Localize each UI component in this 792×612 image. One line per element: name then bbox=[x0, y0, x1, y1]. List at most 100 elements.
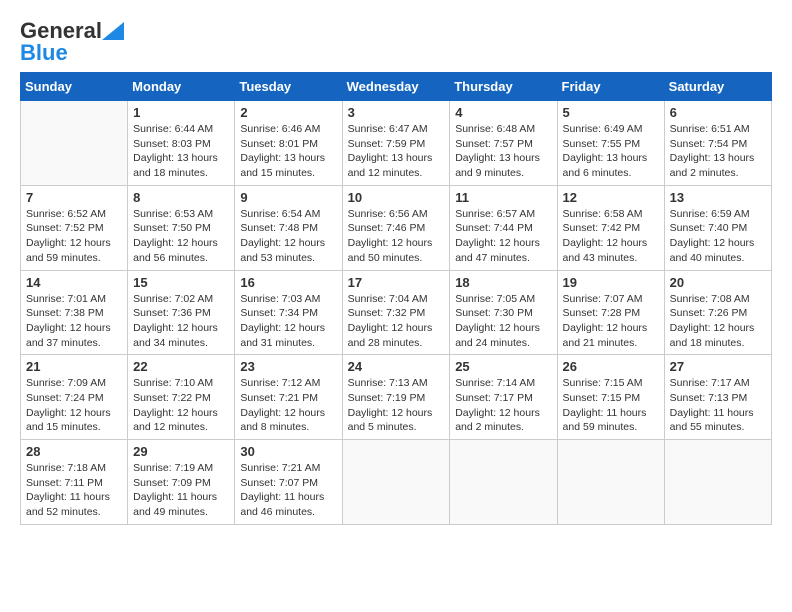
calendar-cell: 17 Sunrise: 7:04 AMSunset: 7:32 PMDayligh… bbox=[342, 270, 450, 355]
day-info: Sunrise: 6:54 AMSunset: 7:48 PMDaylight:… bbox=[240, 207, 336, 266]
header: General Blue bbox=[20, 18, 772, 66]
day-info: Sunrise: 6:47 AMSunset: 7:59 PMDaylight:… bbox=[348, 122, 445, 181]
day-info: Sunrise: 7:21 AMSunset: 7:07 PMDaylight:… bbox=[240, 461, 336, 520]
logo-blue: Blue bbox=[20, 40, 68, 66]
calendar-cell: 21 Sunrise: 7:09 AMSunset: 7:24 PMDayligh… bbox=[21, 355, 128, 440]
day-info: Sunrise: 7:10 AMSunset: 7:22 PMDaylight:… bbox=[133, 376, 229, 435]
calendar-cell: 5Sunrise: 6:49 AMSunset: 7:55 PMDaylight… bbox=[557, 101, 664, 186]
day-number: 30 bbox=[240, 444, 336, 459]
calendar-cell bbox=[21, 101, 128, 186]
day-number: 20 bbox=[670, 275, 766, 290]
day-info: Sunrise: 7:14 AMSunset: 7:17 PMDaylight:… bbox=[455, 376, 551, 435]
day-number: 1 bbox=[133, 105, 229, 120]
day-number: 26 bbox=[563, 359, 659, 374]
calendar-week-2: 14 Sunrise: 7:01 AMSunset: 7:38 PMDayligh… bbox=[21, 270, 772, 355]
calendar-week-3: 21 Sunrise: 7:09 AMSunset: 7:24 PMDayligh… bbox=[21, 355, 772, 440]
calendar-cell: 7 Sunrise: 6:52 AMSunset: 7:52 PMDaylight… bbox=[21, 185, 128, 270]
day-number: 29 bbox=[133, 444, 229, 459]
calendar-cell: 18Sunrise: 7:05 AMSunset: 7:30 PMDayligh… bbox=[450, 270, 557, 355]
calendar-cell bbox=[450, 440, 557, 525]
day-number: 22 bbox=[133, 359, 229, 374]
day-number: 12 bbox=[563, 190, 659, 205]
day-info: Sunrise: 7:01 AMSunset: 7:38 PMDaylight:… bbox=[26, 292, 122, 351]
day-number: 7 bbox=[26, 190, 122, 205]
day-number: 16 bbox=[240, 275, 336, 290]
calendar-cell: 30 Sunrise: 7:21 AMSunset: 7:07 PMDayligh… bbox=[235, 440, 342, 525]
calendar-cell: 20 Sunrise: 7:08 AMSunset: 7:26 PMDayligh… bbox=[664, 270, 771, 355]
calendar-table: SundayMondayTuesdayWednesdayThursdayFrid… bbox=[20, 72, 772, 525]
day-info: Sunrise: 7:03 AMSunset: 7:34 PMDaylight:… bbox=[240, 292, 336, 351]
calendar-cell: 8 Sunrise: 6:53 AMSunset: 7:50 PMDaylight… bbox=[128, 185, 235, 270]
day-info: Sunrise: 7:05 AMSunset: 7:30 PMDaylight:… bbox=[455, 292, 551, 351]
day-info: Sunrise: 7:17 AMSunset: 7:13 PMDaylight:… bbox=[670, 376, 766, 435]
day-info: Sunrise: 6:46 AMSunset: 8:01 PMDaylight:… bbox=[240, 122, 336, 181]
calendar-cell: 10 Sunrise: 6:56 AMSunset: 7:46 PMDayligh… bbox=[342, 185, 450, 270]
day-number: 21 bbox=[26, 359, 122, 374]
day-number: 14 bbox=[26, 275, 122, 290]
day-info: Sunrise: 7:09 AMSunset: 7:24 PMDaylight:… bbox=[26, 376, 122, 435]
calendar-cell: 24 Sunrise: 7:13 AMSunset: 7:19 PMDayligh… bbox=[342, 355, 450, 440]
day-info: Sunrise: 6:58 AMSunset: 7:42 PMDaylight:… bbox=[563, 207, 659, 266]
day-number: 6 bbox=[670, 105, 766, 120]
day-info: Sunrise: 6:56 AMSunset: 7:46 PMDaylight:… bbox=[348, 207, 445, 266]
day-number: 25 bbox=[455, 359, 551, 374]
calendar-cell: 28 Sunrise: 7:18 AMSunset: 7:11 PMDayligh… bbox=[21, 440, 128, 525]
day-number: 27 bbox=[670, 359, 766, 374]
logo-icon bbox=[102, 22, 124, 40]
day-number: 24 bbox=[348, 359, 445, 374]
day-info: Sunrise: 7:15 AMSunset: 7:15 PMDaylight:… bbox=[563, 376, 659, 435]
calendar-cell bbox=[557, 440, 664, 525]
calendar-cell: 16 Sunrise: 7:03 AMSunset: 7:34 PMDayligh… bbox=[235, 270, 342, 355]
calendar-cell: 19 Sunrise: 7:07 AMSunset: 7:28 PMDayligh… bbox=[557, 270, 664, 355]
day-number: 3 bbox=[348, 105, 445, 120]
day-number: 13 bbox=[670, 190, 766, 205]
day-info: Sunrise: 7:02 AMSunset: 7:36 PMDaylight:… bbox=[133, 292, 229, 351]
calendar-cell: 3 Sunrise: 6:47 AMSunset: 7:59 PMDaylight… bbox=[342, 101, 450, 186]
calendar-cell: 25 Sunrise: 7:14 AMSunset: 7:17 PMDayligh… bbox=[450, 355, 557, 440]
calendar-cell: 29 Sunrise: 7:19 AMSunset: 7:09 PMDayligh… bbox=[128, 440, 235, 525]
header-thursday: Thursday bbox=[450, 73, 557, 101]
day-info: Sunrise: 6:52 AMSunset: 7:52 PMDaylight:… bbox=[26, 207, 122, 266]
day-info: Sunrise: 6:49 AMSunset: 7:55 PMDaylight:… bbox=[563, 122, 659, 181]
calendar-cell: 11 Sunrise: 6:57 AMSunset: 7:44 PMDayligh… bbox=[450, 185, 557, 270]
calendar-week-1: 7 Sunrise: 6:52 AMSunset: 7:52 PMDaylight… bbox=[21, 185, 772, 270]
day-number: 23 bbox=[240, 359, 336, 374]
calendar-cell: 15 Sunrise: 7:02 AMSunset: 7:36 PMDayligh… bbox=[128, 270, 235, 355]
calendar-cell: 2 Sunrise: 6:46 AMSunset: 8:01 PMDaylight… bbox=[235, 101, 342, 186]
day-info: Sunrise: 7:19 AMSunset: 7:09 PMDaylight:… bbox=[133, 461, 229, 520]
calendar-cell: 12 Sunrise: 6:58 AMSunset: 7:42 PMDayligh… bbox=[557, 185, 664, 270]
calendar-cell: 22 Sunrise: 7:10 AMSunset: 7:22 PMDayligh… bbox=[128, 355, 235, 440]
day-info: Sunrise: 7:13 AMSunset: 7:19 PMDaylight:… bbox=[348, 376, 445, 435]
day-number: 8 bbox=[133, 190, 229, 205]
day-info: Sunrise: 7:04 AMSunset: 7:32 PMDaylight:… bbox=[348, 292, 445, 351]
day-info: Sunrise: 7:08 AMSunset: 7:26 PMDaylight:… bbox=[670, 292, 766, 351]
calendar-cell: 14 Sunrise: 7:01 AMSunset: 7:38 PMDayligh… bbox=[21, 270, 128, 355]
day-number: 10 bbox=[348, 190, 445, 205]
page: General Blue SundayMondayTuesdayWednesda… bbox=[0, 0, 792, 612]
day-number: 4 bbox=[455, 105, 551, 120]
header-wednesday: Wednesday bbox=[342, 73, 450, 101]
day-info: Sunrise: 7:07 AMSunset: 7:28 PMDaylight:… bbox=[563, 292, 659, 351]
calendar-week-0: 1 Sunrise: 6:44 AMSunset: 8:03 PMDaylight… bbox=[21, 101, 772, 186]
day-info: Sunrise: 7:18 AMSunset: 7:11 PMDaylight:… bbox=[26, 461, 122, 520]
day-number: 15 bbox=[133, 275, 229, 290]
day-info: Sunrise: 6:48 AMSunset: 7:57 PMDaylight:… bbox=[455, 122, 551, 181]
header-monday: Monday bbox=[128, 73, 235, 101]
day-number: 28 bbox=[26, 444, 122, 459]
header-sunday: Sunday bbox=[21, 73, 128, 101]
day-number: 17 bbox=[348, 275, 445, 290]
calendar-cell: 1 Sunrise: 6:44 AMSunset: 8:03 PMDaylight… bbox=[128, 101, 235, 186]
day-number: 2 bbox=[240, 105, 336, 120]
header-tuesday: Tuesday bbox=[235, 73, 342, 101]
logo: General Blue bbox=[20, 18, 124, 66]
day-info: Sunrise: 6:53 AMSunset: 7:50 PMDaylight:… bbox=[133, 207, 229, 266]
day-number: 11 bbox=[455, 190, 551, 205]
calendar-cell: 27 Sunrise: 7:17 AMSunset: 7:13 PMDayligh… bbox=[664, 355, 771, 440]
day-info: Sunrise: 6:44 AMSunset: 8:03 PMDaylight:… bbox=[133, 122, 229, 181]
day-number: 19 bbox=[563, 275, 659, 290]
header-friday: Friday bbox=[557, 73, 664, 101]
calendar-cell: 26 Sunrise: 7:15 AMSunset: 7:15 PMDayligh… bbox=[557, 355, 664, 440]
calendar-cell: 13Sunrise: 6:59 AMSunset: 7:40 PMDayligh… bbox=[664, 185, 771, 270]
day-info: Sunrise: 6:57 AMSunset: 7:44 PMDaylight:… bbox=[455, 207, 551, 266]
calendar-cell: 6Sunrise: 6:51 AMSunset: 7:54 PMDaylight… bbox=[664, 101, 771, 186]
